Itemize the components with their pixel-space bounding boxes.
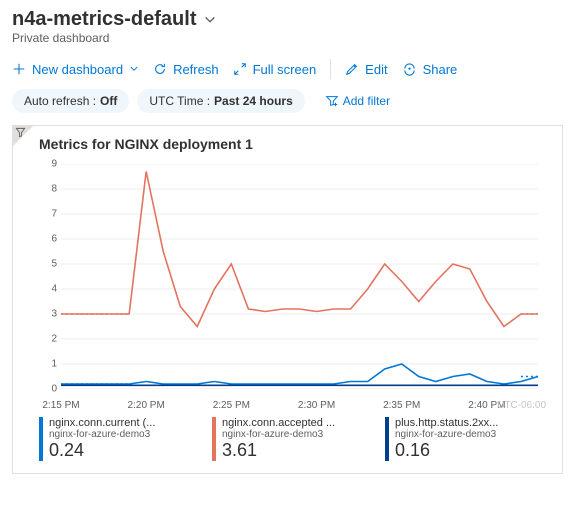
metrics-card: Metrics for NGINX deployment 1 0 1 2 3 4 5 6 7 8… — [12, 125, 563, 474]
x-tick-label: 2:20 PM — [128, 400, 165, 411]
fullscreen-label: Full screen — [253, 62, 317, 77]
y-tick-label: 4 — [39, 284, 57, 295]
auto-refresh-value: Off — [100, 94, 117, 108]
utc-time-value: Past 24 hours — [214, 94, 293, 108]
x-tick-label: 2:35 PM — [383, 400, 420, 411]
utc-time-label: UTC Time : — [149, 94, 210, 108]
filter-bar: Auto refresh : Off UTC Time : Past 24 ho… — [12, 89, 563, 113]
auto-refresh-pill[interactable]: Auto refresh : Off — [12, 89, 129, 113]
separator — [330, 59, 331, 79]
share-label: Share — [423, 62, 458, 77]
fullscreen-button[interactable]: Full screen — [233, 62, 317, 77]
legend-series-name: nginx.conn.current (... — [49, 417, 155, 429]
legend-series-name: nginx.conn.accepted ... — [222, 417, 335, 429]
x-tick-label: 2:30 PM — [298, 400, 335, 411]
new-dashboard-label: New dashboard — [32, 62, 123, 77]
legend-value: 3.61 — [222, 440, 335, 461]
share-icon — [402, 62, 417, 77]
refresh-button[interactable]: Refresh — [153, 62, 219, 77]
legend-item[interactable]: nginx.conn.current (... nginx-for-azure-… — [39, 417, 204, 461]
refresh-icon — [153, 62, 167, 76]
legend-color-bar — [39, 417, 43, 461]
chevron-down-icon — [129, 64, 139, 74]
y-tick-label: 0 — [39, 384, 57, 395]
edit-label: Edit — [365, 62, 387, 77]
legend-color-bar — [385, 417, 389, 461]
legend-item[interactable]: nginx.conn.accepted ... nginx-for-azure-… — [212, 417, 377, 461]
timezone-label: UTC-06:00 — [497, 400, 546, 411]
fullscreen-icon — [233, 62, 247, 76]
edit-button[interactable]: Edit — [345, 62, 387, 77]
pencil-icon — [345, 62, 359, 76]
utc-time-pill[interactable]: UTC Time : Past 24 hours — [137, 89, 304, 113]
x-tick-label: 2:15 PM — [42, 400, 79, 411]
legend: nginx.conn.current (... nginx-for-azure-… — [39, 417, 550, 461]
legend-value: 0.16 — [395, 440, 498, 461]
legend-resource: nginx-for-azure-demo3 — [395, 429, 498, 440]
y-tick-label: 2 — [39, 334, 57, 345]
legend-color-bar — [212, 417, 216, 461]
legend-resource: nginx-for-azure-demo3 — [49, 429, 155, 440]
y-tick-label: 5 — [39, 259, 57, 270]
y-tick-label: 8 — [39, 184, 57, 195]
add-filter-button[interactable]: Add filter — [313, 89, 402, 113]
dashboard-title[interactable]: n4a-metrics-default — [12, 8, 197, 31]
y-tick-label: 6 — [39, 234, 57, 245]
card-title: Metrics for NGINX deployment 1 — [39, 136, 550, 152]
chevron-down-icon[interactable] — [203, 13, 217, 27]
toolbar: New dashboard Refresh Full screen Edit — [12, 55, 563, 89]
plus-icon — [12, 62, 26, 76]
y-tick-label: 1 — [39, 359, 57, 370]
refresh-label: Refresh — [173, 62, 219, 77]
y-tick-label: 7 — [39, 209, 57, 220]
auto-refresh-label: Auto refresh : — [24, 94, 96, 108]
chart[interactable]: 0 1 2 3 4 5 6 7 8 9 2:15 PM 2:20 PM 2:25 PM 2:30 PM 2… — [39, 156, 546, 411]
legend-value: 0.24 — [49, 440, 155, 461]
share-button[interactable]: Share — [402, 62, 458, 77]
y-tick-label: 9 — [39, 159, 57, 170]
dashboard-subtitle: Private dashboard — [12, 31, 563, 45]
add-filter-label: Add filter — [343, 94, 390, 108]
funnel-icon[interactable] — [15, 127, 26, 138]
x-tick-label: 2:25 PM — [213, 400, 250, 411]
legend-series-name: plus.http.status.2xx... — [395, 417, 498, 429]
filter-add-icon — [325, 94, 339, 108]
legend-item[interactable]: plus.http.status.2xx... nginx-for-azure-… — [385, 417, 550, 461]
legend-resource: nginx-for-azure-demo3 — [222, 429, 335, 440]
y-tick-label: 3 — [39, 309, 57, 320]
new-dashboard-button[interactable]: New dashboard — [12, 62, 139, 77]
